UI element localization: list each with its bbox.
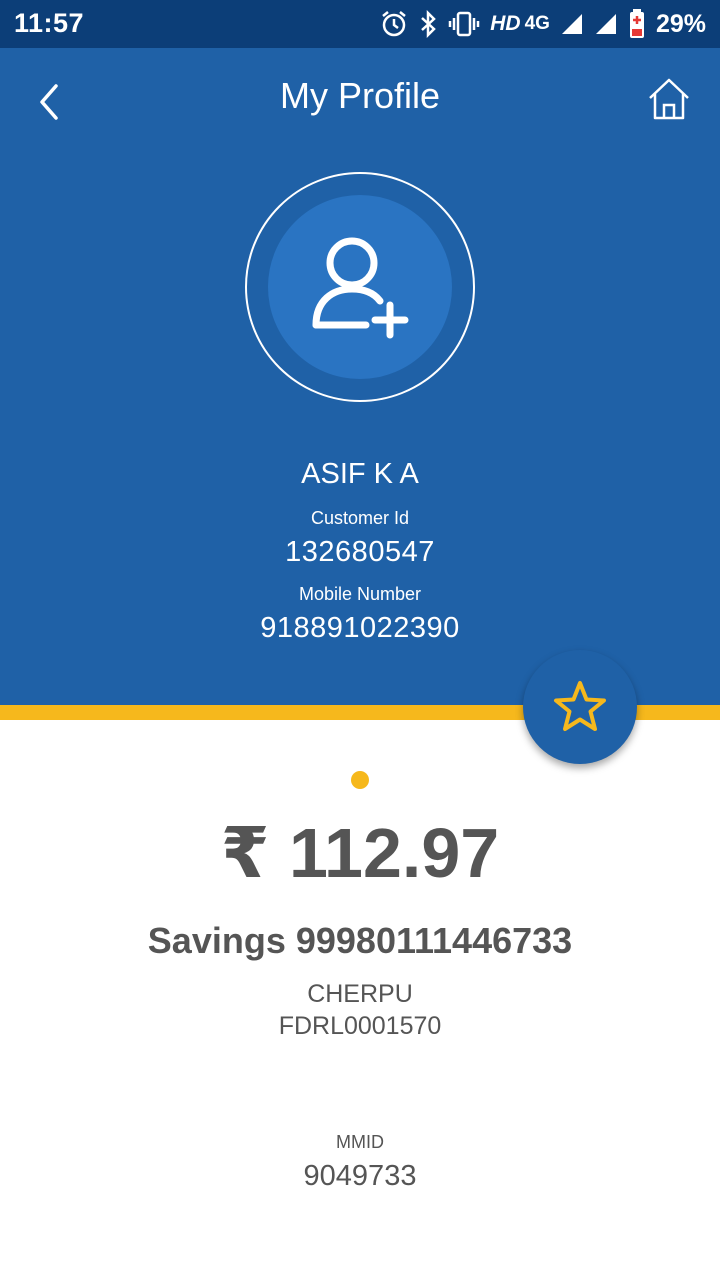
home-icon (649, 78, 689, 120)
favorite-button[interactable] (523, 650, 637, 764)
account-balance: ₹ 112.97 (220, 814, 500, 892)
bluetooth-icon (421, 10, 437, 38)
mmid-value: 9049733 (303, 1160, 417, 1192)
vibrate-icon (449, 11, 480, 37)
account-number: Savings 99980111446733 (147, 920, 573, 961)
signal-icon (561, 14, 582, 34)
page-title: My Profile (279, 75, 441, 116)
mmid-label: MMID (336, 1132, 384, 1152)
customer-id-label: Customer Id (310, 508, 410, 528)
battery-icon (629, 9, 644, 38)
ifsc-code: FDRL0001570 (278, 1012, 442, 1040)
profile-header: My Profile ASIF K A Customer Id 13268054… (0, 48, 720, 705)
home-button[interactable] (646, 76, 692, 122)
page-indicator-dot (351, 771, 369, 789)
mobile-number-label: Mobile Number (298, 584, 422, 604)
mobile-number-value: 918891022390 (260, 612, 460, 644)
add-user-icon (312, 237, 409, 339)
network-hd: HD (490, 12, 521, 35)
network-gen: 4G (524, 13, 550, 34)
signal-icon (595, 14, 616, 34)
alarm-icon (382, 11, 407, 37)
avatar[interactable] (268, 195, 452, 379)
status-icons: HD 4G 29% (380, 6, 706, 42)
avatar-ring (245, 172, 475, 402)
battery-percent: 29% (655, 9, 706, 38)
customer-name: ASIF K A (301, 458, 419, 490)
branch-name: CHERPU (307, 980, 413, 1008)
customer-id-value: 132680547 (285, 536, 435, 568)
star-icon (554, 681, 606, 731)
status-time: 11:57 (14, 8, 85, 38)
status-bar: 11:57 HD 4G 29% (0, 0, 720, 48)
